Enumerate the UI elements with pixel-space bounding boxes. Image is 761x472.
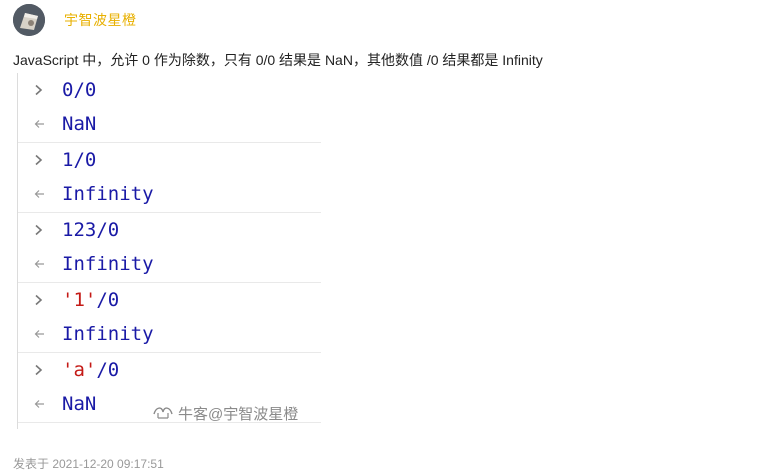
return-arrow-icon [33,247,47,281]
return-arrow-icon [33,387,47,421]
console-entry: '1'/0 Infinity [18,283,321,353]
console-input-number: 1 [62,149,74,171]
chevron-right-icon [33,283,47,317]
console-input-code: 1/0 [62,143,96,177]
console-input-code: 123/0 [62,213,119,247]
console-input-line: 0/0 [18,73,321,107]
console-entry: 1/0 Infinity [18,143,321,213]
watermark: 牛客@宇智波星橙 [152,403,298,424]
console-input-divisor: /0 [96,359,120,381]
console-entry: 0/0 NaN [18,73,321,143]
console-output-line: Infinity [18,247,321,281]
console-output-panel: 0/0 NaN 1/0 Infinity 123/0 Infinity '1'/… [17,73,321,429]
console-input-code: 'a'/0 [62,353,119,387]
console-input-line: '1'/0 [18,283,321,317]
post-timestamp: 发表于 2021-12-20 09:17:51 [13,457,164,471]
username-link[interactable]: 宇智波星橙 [64,10,137,30]
watermark-text: 牛客@宇智波星橙 [178,406,299,423]
console-input-string: '1' [62,289,97,311]
console-output-line: Infinity [18,177,321,211]
console-output-value: Infinity [62,183,154,205]
console-output-value: Infinity [62,323,154,345]
niuke-logo-icon [152,404,174,424]
console-input-line: 123/0 [18,213,321,247]
avatar[interactable] [13,4,45,36]
chevron-right-icon [33,73,47,107]
chevron-right-icon [33,213,47,247]
console-input-line: 'a'/0 [18,353,321,387]
console-input-number: 123 [62,219,97,241]
console-output-line: NaN [18,107,321,141]
console-output-value: NaN [62,113,97,135]
console-entry: 123/0 Infinity [18,213,321,283]
console-input-divisor: /0 [96,289,120,311]
console-input-divisor: /0 [73,149,97,171]
console-input-line: 1/0 [18,143,321,177]
chevron-right-icon [33,143,47,177]
return-arrow-icon [33,177,47,211]
console-input-divisor: /0 [96,219,120,241]
console-input-divisor: /0 [73,79,97,101]
console-input-code: '1'/0 [62,283,119,317]
console-input-code: 0/0 [62,73,96,107]
chevron-right-icon [33,353,47,387]
console-output-value: NaN [62,393,97,415]
console-input-string: 'a' [62,359,97,381]
console-input-number: 0 [62,79,74,101]
return-arrow-icon [33,317,47,351]
post-text: JavaScript 中，允许 0 作为除数，只有 0/0 结果是 NaN，其他… [13,52,543,68]
return-arrow-icon [33,107,47,141]
console-output-value: Infinity [62,253,154,275]
console-output-line: Infinity [18,317,321,351]
